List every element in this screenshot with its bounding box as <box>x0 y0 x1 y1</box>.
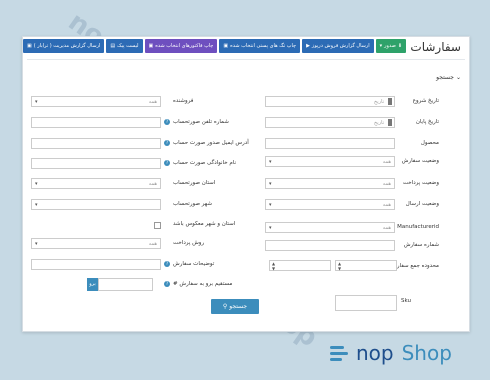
shipping-status-label: وضعیت ارسال <box>405 201 439 207</box>
logo-icon <box>330 342 352 364</box>
download-icon: ⬇ <box>397 43 403 49</box>
toolbar: ▣ ارسال گزارش مدیریت ( ترابار ) ▤ لیست پیک… <box>23 39 407 53</box>
calendar-icon[interactable] <box>388 119 392 126</box>
help-icon[interactable]: ? <box>164 261 170 267</box>
sku-input[interactable] <box>335 295 397 311</box>
brand-word-nop: nop <box>356 341 394 365</box>
goto-order-label: مستقیم برو به سفارش # <box>173 281 233 287</box>
payment-status-select[interactable]: همه ▾ <box>265 178 395 189</box>
billing-lastname-label: نام خانوادگی صورت حساب <box>173 160 236 166</box>
chevron-down-icon: ▾ <box>35 241 38 247</box>
help-icon[interactable]: ? <box>164 140 170 146</box>
end-date-input[interactable]: تاریخ <box>265 117 395 128</box>
chevron-down-icon: ⌄ <box>455 74 461 81</box>
order-total-min-stepper[interactable]: ▲ ▼ <box>335 260 397 271</box>
billing-city-label: شهر صورتحساب <box>173 201 212 207</box>
chevron-down-icon: ▾ <box>269 225 272 231</box>
export-button[interactable]: ▾ صدور ⬇ <box>375 39 407 53</box>
chevron-down-icon: ▾ <box>35 99 38 105</box>
chevron-down-icon: ▾ <box>35 181 38 187</box>
help-icon[interactable]: ? <box>164 281 170 287</box>
payment-method-label: روش پرداخت <box>173 240 205 246</box>
calendar-icon[interactable] <box>388 98 392 105</box>
orders-panel: سفارشات ▣ ارسال گزارش مدیریت ( ترابار ) ▤… <box>22 36 470 332</box>
start-date-label: تاریخ شروع <box>412 98 439 104</box>
payment-status-label: وضعیت پرداخت <box>402 180 439 186</box>
divider <box>27 59 465 60</box>
print-icon: ▣ <box>148 43 154 49</box>
order-notes-label: توضیحات سفارش <box>173 261 215 267</box>
order-number-input[interactable] <box>265 240 395 251</box>
order-number-label: شماره سفارش <box>403 242 439 248</box>
end-date-label: تاریخ پایان <box>415 119 439 125</box>
billing-city-select[interactable]: ▾ <box>31 199 161 210</box>
payment-method-select[interactable]: همه ▾ <box>31 238 161 249</box>
page-title: سفارشات <box>410 40 461 54</box>
billing-country-select[interactable]: همه ▾ <box>31 178 161 189</box>
search-button[interactable]: ⚲ جستجو <box>211 299 259 314</box>
print-icon: ▣ <box>27 43 32 49</box>
print-icon: ▣ <box>223 43 229 49</box>
search-icon: ⚲ <box>222 303 228 310</box>
billing-phone-input[interactable] <box>31 117 161 128</box>
sku-label: Sku <box>401 298 411 304</box>
order-status-select[interactable]: همه ▾ <box>265 156 395 167</box>
chevron-down-icon: ▾ <box>269 181 272 187</box>
help-icon[interactable]: ? <box>164 160 170 166</box>
toolbar-button-management-report[interactable]: ▣ ارسال گزارش مدیریت ( ترابار ) <box>23 39 105 53</box>
vendor-label: فروشنده <box>173 98 194 104</box>
start-date-input[interactable]: تاریخ <box>265 96 395 107</box>
billing-phone-label: شماره تلفن صورتحساب <box>173 119 229 125</box>
chevron-down-icon: ▾ <box>35 202 38 208</box>
billing-email-input[interactable] <box>31 138 161 149</box>
toolbar-button-print-postal-tags[interactable]: ▣ چاپ تگ های پستی انتخاب شده <box>219 39 301 53</box>
shipping-status-select[interactable]: همه ▾ <box>265 199 395 210</box>
order-status-label: وضعیت سفارش <box>401 158 439 164</box>
billing-lastname-input[interactable] <box>31 158 161 169</box>
billing-country-label: استان صورتحساب <box>173 180 216 186</box>
search-toggle[interactable]: جستجو ⌄ <box>436 74 461 81</box>
vendor-select[interactable]: همه ▾ <box>31 96 161 107</box>
brand-word-shop: Shop <box>401 341 452 365</box>
order-total-max-stepper[interactable]: ▲ ▼ <box>269 260 331 271</box>
product-input[interactable] <box>265 138 395 149</box>
chevron-down-icon[interactable]: ▼ <box>272 266 275 271</box>
order-total-range-label: محدوده جمع سفارش <box>390 263 439 269</box>
manufacturer-select[interactable]: همه ▾ <box>265 222 395 233</box>
billing-email-label: آدرس ایمیل صدور صورت حساب <box>173 140 249 146</box>
chevron-down-icon[interactable]: ▼ <box>338 266 341 271</box>
send-icon: ▶ <box>306 43 310 49</box>
reverse-country-city-label: استان و شهر معکوس باشد <box>173 221 236 227</box>
goto-order-input[interactable] <box>98 278 153 291</box>
list-icon: ▤ <box>110 43 116 49</box>
toolbar-button-courier-list[interactable]: ▤ لیست پیک <box>106 39 143 53</box>
goto-order-button[interactable]: برو <box>87 278 98 291</box>
reverse-country-city-checkbox[interactable] <box>154 222 161 229</box>
manufacturer-label: Manufacturerid <box>397 224 439 230</box>
toolbar-button-sales-report[interactable]: ▶ ارسال گزارش فروش درپوز <box>302 39 374 53</box>
product-label: محصول <box>420 140 439 146</box>
brand-logo: nop Shop <box>330 338 452 368</box>
help-icon[interactable]: ? <box>164 119 170 125</box>
toolbar-button-print-invoices[interactable]: ▣ چاپ فاکتورهای انتخاب شده <box>144 39 218 53</box>
chevron-down-icon: ▾ <box>269 202 272 208</box>
chevron-down-icon: ▾ <box>269 159 272 165</box>
order-notes-input[interactable] <box>31 259 161 270</box>
